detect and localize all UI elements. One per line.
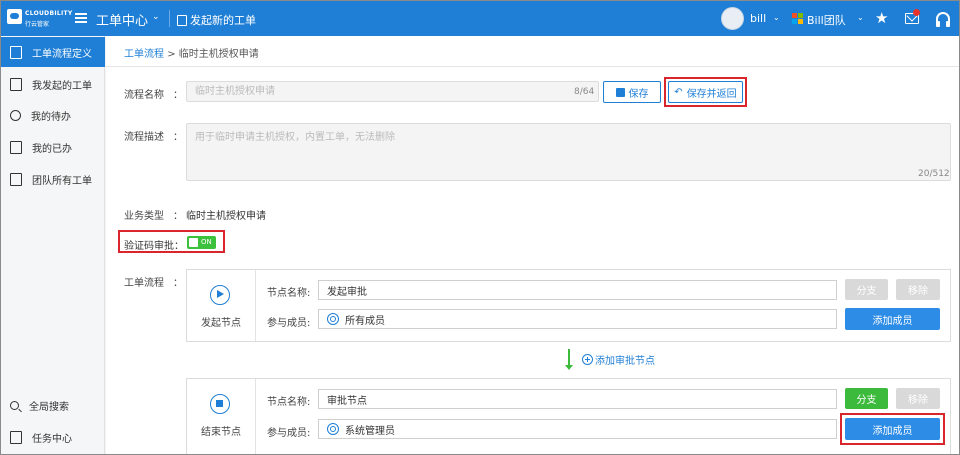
workflow-label: 工单流程 bbox=[124, 278, 164, 289]
description-label: 流程描述 bbox=[124, 132, 164, 143]
stop-icon bbox=[210, 394, 230, 414]
members-value: 所有成员 bbox=[345, 315, 385, 327]
members-label: 参与成员: bbox=[267, 428, 311, 439]
members-field[interactable]: 所有成员 bbox=[318, 309, 837, 329]
sidebar-item-my-tickets[interactable]: 我发起的工单 bbox=[1, 69, 105, 99]
new-ticket-label: 发起新的工单 bbox=[190, 14, 256, 27]
app-window: CLOUDBILITY 行云管家 工单中心 ⌄ 发起新的工单 bill ⌄ Bi… bbox=[0, 0, 960, 455]
node-name-label: 节点名称: bbox=[267, 397, 311, 408]
top-bar: CLOUDBILITY 行云管家 工单中心 ⌄ 发起新的工单 bill ⌄ Bi… bbox=[1, 1, 959, 36]
main-content: 工单流程 > 临时主机授权申请 流程名称 ： 临时主机授权申请 8/64 保存 … bbox=[106, 36, 959, 454]
remove-button[interactable]: 移除 bbox=[896, 279, 940, 300]
chevron-down-icon[interactable]: ⌄ bbox=[773, 13, 780, 22]
avatar[interactable] bbox=[721, 7, 744, 30]
name-counter: 8/64 bbox=[574, 87, 595, 97]
members-label: 参与成员: bbox=[267, 318, 311, 329]
node-name-label: 节点名称: bbox=[267, 288, 311, 299]
colon: ： bbox=[173, 90, 183, 101]
breadcrumb-separator: > bbox=[167, 49, 176, 60]
team-name[interactable]: Bill团队 bbox=[807, 12, 846, 28]
sidebar-item-todo[interactable]: 我的待办 bbox=[1, 100, 105, 130]
end-node-card: 结束节点 节点名称: 审批节点 分支 移除 参与成员: 系统管理员 添加成员 bbox=[186, 378, 951, 454]
business-type-value: 临时主机授权申请 bbox=[186, 211, 266, 222]
sidebar-item-label: 任务中心 bbox=[32, 433, 72, 445]
notification-dot bbox=[913, 9, 920, 16]
headset-icon[interactable] bbox=[936, 12, 950, 27]
description-counter: 20/512 bbox=[918, 169, 950, 179]
add-approval-node-label: 添加审批节点 bbox=[595, 356, 655, 367]
menu-icon[interactable] bbox=[75, 13, 87, 23]
task-icon bbox=[10, 430, 22, 444]
add-approval-node-button[interactable]: 添加审批节点 bbox=[582, 352, 655, 367]
flow-name-field[interactable]: 临时主机授权申请 bbox=[186, 81, 599, 102]
sidebar-item-label: 我发起的工单 bbox=[32, 80, 92, 92]
sidebar-item-label: 团队所有工单 bbox=[32, 175, 92, 187]
star-icon[interactable]: ★ bbox=[875, 9, 888, 27]
members-field[interactable]: 系统管理员 bbox=[318, 419, 837, 439]
highlight-box bbox=[664, 77, 747, 107]
start-node-card: 发起节点 节点名称: 发起审批 分支 移除 参与成员: 所有成员 添加成员 bbox=[186, 269, 951, 342]
breadcrumb-current: 临时主机授权申请 bbox=[178, 49, 259, 60]
divider bbox=[169, 10, 170, 27]
add-member-button[interactable]: 添加成员 bbox=[845, 308, 940, 330]
node-name-input[interactable]: 审批节点 bbox=[318, 389, 837, 409]
chevron-down-icon[interactable]: ⌄ bbox=[857, 13, 864, 22]
clipboard-icon bbox=[10, 45, 22, 59]
cloud-logo-icon bbox=[7, 9, 22, 24]
checklist-icon bbox=[10, 140, 22, 154]
app-title[interactable]: 工单中心 bbox=[96, 10, 148, 29]
flow-description-field[interactable]: 用于临时申请主机授权，内置工单，无法删除 bbox=[186, 123, 951, 181]
name-label: 流程名称 bbox=[124, 90, 164, 101]
new-ticket-button[interactable]: 发起新的工单 bbox=[177, 12, 256, 28]
sidebar-item-team-tickets[interactable]: 团队所有工单 bbox=[1, 164, 105, 194]
sidebar-item-task-center[interactable]: 任务中心 bbox=[1, 422, 105, 452]
sidebar-item-label: 工单流程定义 bbox=[32, 48, 92, 60]
sidebar-item-done[interactable]: 我的已办 bbox=[1, 132, 105, 162]
chevron-down-icon[interactable]: ⌄ bbox=[152, 12, 160, 22]
sidebar-item-ticket-flow[interactable]: 工单流程定义 bbox=[1, 37, 105, 67]
colon: ： bbox=[173, 278, 183, 289]
user-group-icon bbox=[327, 313, 339, 325]
flow-arrow-icon bbox=[565, 349, 573, 370]
highlight-box bbox=[118, 230, 225, 253]
sidebar-item-global-search[interactable]: 全局搜索 bbox=[1, 390, 105, 420]
folder-icon bbox=[10, 172, 22, 186]
logo-text: CLOUDBILITY bbox=[25, 10, 73, 17]
document-clock-icon bbox=[10, 77, 22, 91]
clock-icon bbox=[10, 109, 21, 121]
sidebar-item-label: 我的待办 bbox=[31, 111, 71, 123]
branch-button[interactable]: 分支 bbox=[845, 279, 888, 300]
breadcrumb: 工单流程 > 临时主机授权申请 bbox=[124, 45, 259, 60]
edit-icon bbox=[177, 14, 187, 26]
members-value: 系统管理员 bbox=[345, 425, 395, 437]
user-name[interactable]: bill bbox=[750, 12, 766, 25]
node-type-label: 结束节点 bbox=[201, 427, 241, 438]
colon: ： bbox=[173, 211, 183, 222]
search-icon bbox=[10, 400, 19, 410]
divider bbox=[106, 66, 959, 67]
save-button[interactable]: 保存 bbox=[603, 81, 661, 103]
sidebar: 工单流程定义 我发起的工单 我的待办 我的已办 团队所有工单 全局搜索 任务中心 bbox=[1, 36, 105, 454]
logo[interactable]: CLOUDBILITY 行云管家 bbox=[7, 7, 72, 29]
play-icon bbox=[210, 285, 230, 305]
business-type-label: 业务类型 bbox=[124, 211, 164, 222]
user-group-icon bbox=[327, 423, 339, 435]
breadcrumb-link[interactable]: 工单流程 bbox=[124, 49, 164, 60]
remove-button[interactable]: 移除 bbox=[896, 388, 940, 409]
divider bbox=[255, 379, 256, 454]
colon: ： bbox=[173, 132, 183, 143]
branch-button[interactable]: 分支 bbox=[845, 388, 888, 409]
plus-circle-icon bbox=[582, 354, 593, 365]
sidebar-item-label: 我的已办 bbox=[32, 143, 72, 155]
divider bbox=[255, 270, 256, 341]
save-label: 保存 bbox=[628, 88, 649, 100]
sidebar-item-label: 全局搜索 bbox=[29, 401, 69, 413]
node-name-input[interactable]: 发起审批 bbox=[318, 280, 837, 300]
highlight-box bbox=[840, 413, 945, 445]
save-icon bbox=[615, 87, 625, 97]
team-icon bbox=[792, 13, 803, 24]
node-type-label: 发起节点 bbox=[201, 318, 241, 329]
logo-subtext: 行云管家 bbox=[25, 21, 50, 28]
